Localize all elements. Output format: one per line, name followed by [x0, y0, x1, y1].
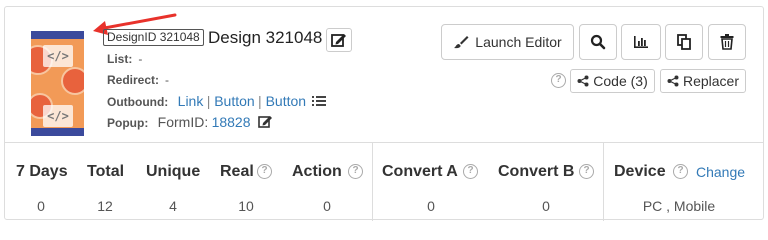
thumbnail-code-icon: </> [43, 105, 73, 127]
redirect-row: Redirect: - [107, 73, 169, 87]
copy-icon [677, 34, 691, 50]
list-row: List: - [107, 52, 142, 66]
replacer-button[interactable]: Replacer [660, 69, 746, 93]
popup-label: Popup: [107, 116, 149, 130]
value-unique: 4 [169, 198, 177, 214]
help-icon[interactable]: ? [579, 164, 594, 179]
launch-editor-button[interactable]: Launch Editor [441, 24, 574, 60]
outbound-link[interactable]: Link [178, 93, 204, 109]
header-7-days: 7 Days [16, 163, 68, 180]
value-total: 12 [97, 198, 113, 214]
header-device: Device [614, 163, 666, 180]
value-device: PC , Mobile [642, 198, 716, 214]
share-icon [577, 75, 589, 87]
search-icon [590, 34, 606, 50]
trash-icon [720, 34, 734, 50]
delete-button[interactable] [708, 24, 746, 60]
help-icon[interactable]: ? [348, 164, 363, 179]
help-icon[interactable]: ? [257, 164, 272, 179]
stats-divider [5, 142, 763, 143]
outbound-button[interactable]: Button [266, 93, 306, 109]
value-real: 10 [238, 198, 254, 214]
list-label: List: [107, 52, 133, 66]
redirect-label: Redirect: [107, 73, 160, 87]
header-convert-b: Convert B [498, 163, 575, 180]
duplicate-button[interactable] [665, 24, 703, 60]
value-action: 0 [323, 198, 331, 214]
list-value: - [138, 52, 143, 66]
form-id-prefix: FormID: [157, 114, 209, 130]
outbound-button[interactable]: Button [214, 93, 254, 109]
value-7-days: 0 [37, 198, 45, 214]
help-icon[interactable]: ? [673, 164, 688, 179]
header-convert-a: Convert A [382, 163, 458, 180]
thumbnail-band-bottom [31, 128, 84, 136]
help-icon[interactable]: ? [551, 73, 566, 88]
list-icon[interactable] [312, 95, 327, 107]
header-unique: Unique [146, 163, 201, 180]
thumbnail-band-top [31, 31, 84, 39]
code-button[interactable]: Code (3) [570, 69, 655, 93]
launch-editor-label: Launch Editor [475, 34, 562, 50]
thumbnail-fruit [61, 67, 84, 95]
design-id-badge: DesignID 321048 [103, 29, 204, 46]
thumbnail-code-icon: </> [43, 45, 73, 67]
code-label: Code (3) [593, 73, 648, 89]
value-convert-a: 0 [427, 198, 435, 214]
edit-icon [331, 34, 346, 47]
help-icon[interactable]: ? [463, 164, 478, 179]
header-real: Real [220, 163, 254, 180]
outbound-row: Outbound: Link | Button | Button [107, 93, 327, 109]
brush-icon [454, 36, 469, 49]
column-divider [603, 143, 604, 221]
header-action: Action [292, 163, 342, 180]
stats-button[interactable] [621, 24, 661, 60]
edit-icon[interactable] [258, 114, 274, 128]
header-total: Total [87, 163, 125, 180]
column-divider [372, 143, 373, 221]
redirect-value: - [165, 73, 170, 87]
popup-row: Popup: FormID: 18828 [107, 114, 274, 130]
bar-chart-icon [634, 36, 648, 48]
change-device-link[interactable]: Change [696, 164, 745, 180]
share-icon [667, 75, 679, 87]
replacer-label: Replacer [682, 73, 739, 89]
design-thumbnail[interactable]: </> </> [31, 31, 84, 136]
edit-name-button[interactable] [326, 28, 352, 52]
design-name: Design 321048 [208, 28, 323, 47]
value-convert-b: 0 [542, 198, 550, 214]
design-card: </> </> DesignID 321048 Design 321048 Li… [4, 6, 764, 221]
form-id-link[interactable]: 18828 [212, 114, 251, 130]
outbound-label: Outbound: [107, 95, 169, 109]
search-button[interactable] [579, 24, 617, 60]
